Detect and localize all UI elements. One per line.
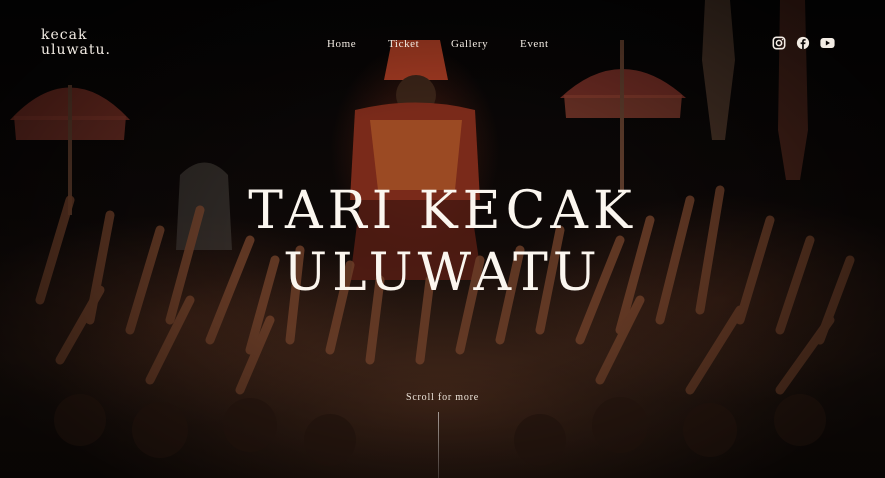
nav-item-event[interactable]: Event — [520, 38, 549, 50]
social-links — [772, 36, 835, 50]
facebook-icon[interactable] — [796, 36, 810, 50]
youtube-icon[interactable] — [820, 36, 835, 50]
main-nav: Home Ticket Gallery Event — [0, 38, 885, 52]
nav-item-home[interactable]: Home — [327, 38, 356, 50]
scroll-prompt[interactable]: Scroll for more — [0, 392, 885, 403]
nav-item-ticket[interactable]: Ticket — [388, 38, 419, 50]
instagram-icon[interactable] — [772, 36, 786, 50]
hero-title-line-2: ULUWATU — [283, 243, 602, 303]
scroll-indicator-line — [438, 412, 439, 478]
hero-title: TARI KECAK ULUWATU — [0, 180, 885, 304]
nav-item-gallery[interactable]: Gallery — [451, 38, 488, 50]
hero-title-line-1: TARI KECAK — [248, 181, 637, 241]
